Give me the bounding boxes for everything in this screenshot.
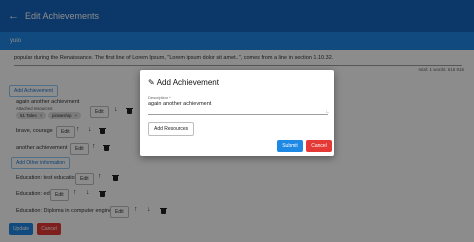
dialog-title-text: Add Achievement <box>156 78 219 87</box>
resize-handle-icon[interactable]: ∟ <box>325 109 330 115</box>
description-field-label: Description * <box>148 95 171 100</box>
dialog-title: ✎ Add Achievement <box>148 78 219 87</box>
submit-button[interactable]: Submit <box>277 140 303 152</box>
add-achievement-dialog: ✎ Add Achievement Description * again an… <box>140 70 334 156</box>
pencil-icon: ✎ <box>148 78 155 87</box>
description-field-underline <box>148 114 328 115</box>
description-field[interactable]: again another achievment <box>148 101 211 107</box>
add-resources-button[interactable]: Add Resources <box>148 122 195 136</box>
dialog-cancel-button[interactable]: Cancel <box>306 140 332 152</box>
